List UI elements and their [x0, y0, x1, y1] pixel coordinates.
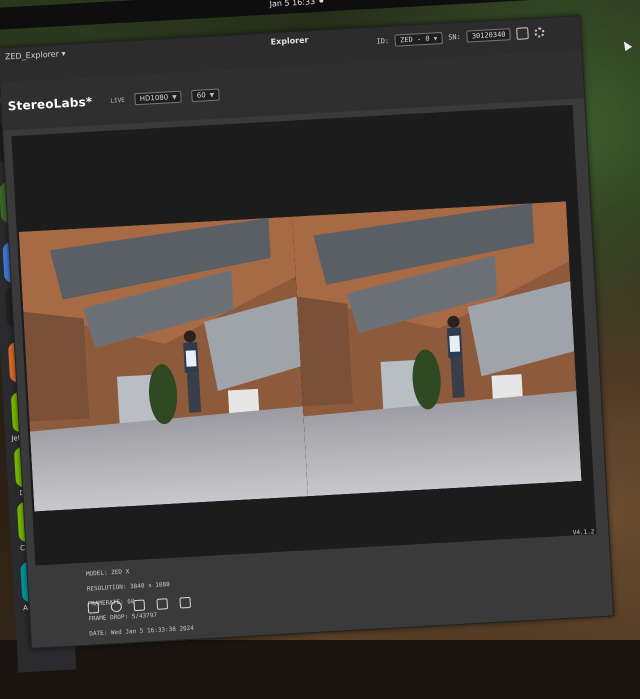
copy-icon[interactable]	[516, 27, 529, 40]
clock-text: Jan 5 16:33	[269, 0, 316, 9]
brand-logo: StereoLabs*	[7, 94, 93, 114]
mouse-cursor-icon	[620, 39, 633, 52]
camera-snapshot-icon[interactable]	[179, 596, 192, 609]
resolution-select-value: HD1080	[139, 93, 169, 103]
id-label: ID:	[376, 36, 390, 46]
broadcast-icon[interactable]	[110, 600, 123, 613]
fps-select-value: 60	[196, 91, 206, 100]
record-icon[interactable]	[133, 599, 146, 612]
photographed-screen: Jan 5 16:33 gembolTJetsonTerminalJetson …	[0, 0, 640, 699]
chevron-down-icon: ▼	[433, 34, 438, 42]
file-icon[interactable]	[87, 602, 100, 614]
serial-number-field: 30120340	[466, 28, 511, 43]
clock[interactable]: Jan 5 16:33	[269, 0, 324, 9]
chevron-down-icon: ▼	[209, 91, 215, 99]
sn-label: SN:	[447, 32, 462, 42]
resolution-select[interactable]: HD1080 ▼	[134, 90, 183, 106]
gear-icon[interactable]	[534, 27, 545, 38]
version-label: V4.1.2	[572, 528, 595, 537]
serial-number-value: 30120340	[471, 30, 506, 41]
live-label: LIVE	[110, 96, 125, 105]
chevron-down-icon: ▼	[171, 93, 178, 101]
camera-select[interactable]: ZED - 0 ▼	[394, 32, 443, 47]
grid-icon[interactable]	[156, 598, 169, 610]
video-viewport	[11, 104, 597, 566]
notification-dot-icon	[319, 0, 324, 3]
left-camera-view	[18, 216, 308, 512]
fps-select[interactable]: 60 ▼	[191, 88, 220, 103]
explorer-window: ZED_Explorer ▾ Explorer ID: ZED - 0 ▼ SN…	[0, 15, 615, 649]
right-camera-view	[292, 201, 582, 497]
camera-select-value: ZED - 0	[399, 34, 430, 45]
stereo-video-feed	[18, 201, 582, 512]
